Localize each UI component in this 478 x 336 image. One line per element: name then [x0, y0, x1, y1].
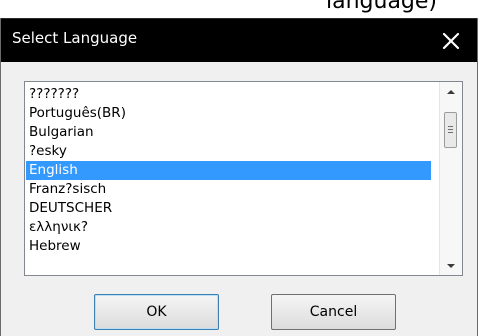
close-icon: [442, 32, 460, 50]
select-language-dialog: Select Language ??????? Português(BR) Bulg…: [0, 18, 478, 336]
scroll-up-button[interactable]: [440, 82, 462, 100]
scroll-thumb[interactable]: [444, 112, 457, 148]
close-button[interactable]: [438, 28, 464, 54]
dialog-titlebar[interactable]: Select Language: [1, 18, 477, 62]
language-listbox[interactable]: ??????? Português(BR) Bulgarian ?esky Englis…: [24, 81, 463, 276]
language-list-item[interactable]: ???????: [26, 85, 431, 104]
background-text-fragment: language): [326, 0, 438, 14]
dialog-title: Select Language: [12, 29, 138, 47]
language-list-item[interactable]: Bulgarian: [26, 123, 431, 142]
language-list-item[interactable]: DEUTSCHER: [26, 199, 431, 218]
language-list-item[interactable]: English: [26, 161, 431, 180]
thumb-grip-line: [448, 132, 453, 133]
thumb-grip-line: [448, 126, 453, 127]
language-list-item[interactable]: Hebrew: [26, 237, 431, 256]
scroll-up-arrow-icon: [447, 90, 455, 94]
ok-button[interactable]: OK: [94, 294, 219, 330]
language-list-item[interactable]: ?esky: [26, 142, 431, 161]
scroll-down-button[interactable]: [440, 257, 462, 275]
language-list-item[interactable]: ελληνικ?: [26, 218, 431, 237]
language-list: ??????? Português(BR) Bulgarian ?esky Englis…: [26, 85, 431, 256]
scroll-down-arrow-icon: [447, 264, 455, 268]
thumb-grip-line: [448, 129, 453, 130]
cancel-button[interactable]: Cancel: [271, 294, 396, 330]
language-list-item[interactable]: Português(BR): [26, 104, 431, 123]
vertical-scrollbar[interactable]: [439, 82, 462, 275]
language-list-item[interactable]: Franz?sisch: [26, 180, 431, 199]
